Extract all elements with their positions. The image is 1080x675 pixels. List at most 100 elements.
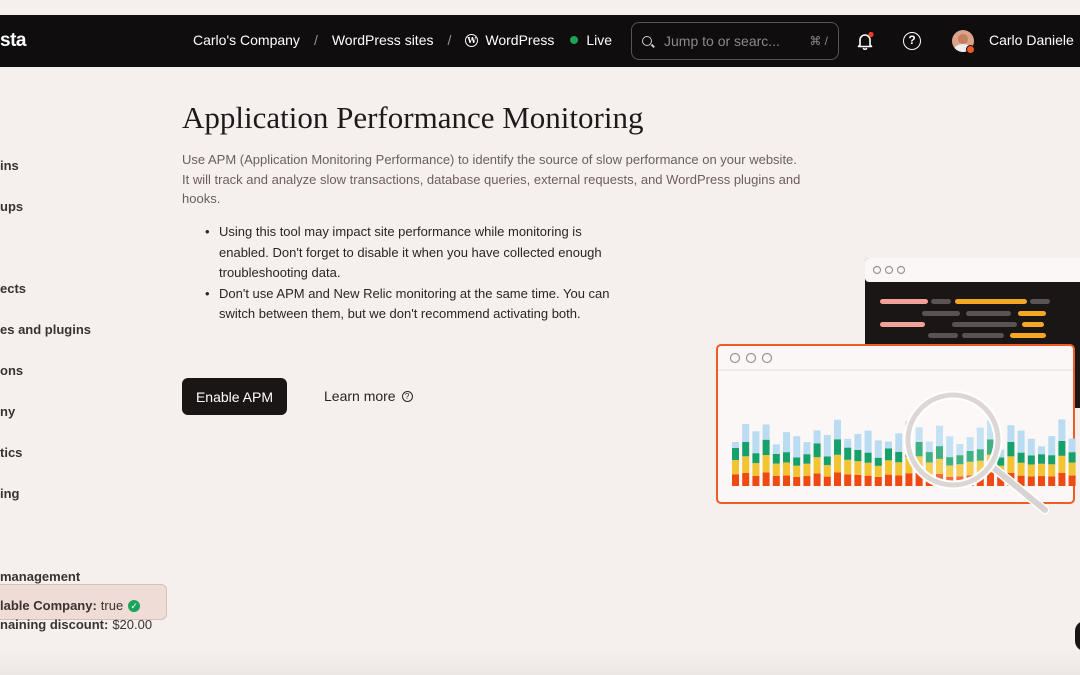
illustration-bar bbox=[1068, 475, 1076, 486]
sidebar-item-analytics[interactable]: tics bbox=[0, 445, 22, 460]
illustration-bar bbox=[793, 436, 801, 458]
enable-apm-button[interactable]: Enable APM bbox=[182, 378, 287, 415]
illustration-bar bbox=[813, 473, 821, 486]
illustration-bar bbox=[752, 463, 760, 476]
sidebar-item-redirects[interactable]: ects bbox=[0, 281, 26, 296]
page-description: Use APM (Application Monitoring Performa… bbox=[182, 152, 801, 206]
illustration-bar bbox=[1048, 436, 1056, 456]
sidebar-item-plugins[interactable]: ins bbox=[0, 158, 19, 173]
breadcrumb-site[interactable]: WordPress bbox=[485, 32, 554, 48]
illustration-bar bbox=[1017, 430, 1025, 453]
illustration-bar bbox=[885, 460, 892, 475]
affiliate-company-row: lable Company: true ✓ bbox=[0, 598, 141, 613]
page-title: Application Performance Monitoring bbox=[182, 100, 644, 135]
illustration-bar bbox=[844, 438, 852, 448]
bell-icon[interactable] bbox=[856, 32, 874, 50]
illustration-bar bbox=[1017, 452, 1025, 463]
illustration-bar bbox=[762, 439, 770, 456]
illustration-bar bbox=[813, 443, 821, 458]
illustration-bar bbox=[752, 453, 760, 464]
illustration-bar bbox=[885, 441, 892, 449]
sidebar: ins ups ects es and plugins ons ny tics … bbox=[0, 67, 175, 675]
illustration-bar bbox=[1007, 456, 1015, 473]
breadcrumb-separator: / bbox=[447, 32, 452, 48]
illustration-bar bbox=[793, 457, 801, 466]
sidebar-item-backups[interactable]: ups bbox=[0, 199, 23, 214]
breadcrumb-company[interactable]: Carlo's Company bbox=[193, 32, 300, 48]
illustration-bar bbox=[772, 444, 780, 454]
illustration-bar bbox=[742, 456, 750, 473]
learn-more-link[interactable]: Learn more ? bbox=[324, 388, 413, 404]
apm-illustration bbox=[716, 258, 1080, 515]
illustration-bar bbox=[844, 447, 852, 460]
list-item: Using this tool may impact site performa… bbox=[205, 222, 615, 284]
illustration-bar bbox=[783, 452, 790, 463]
chat-button[interactable] bbox=[1075, 621, 1080, 651]
illustration-bar bbox=[874, 465, 882, 477]
question-circle-icon: ? bbox=[401, 390, 413, 402]
illustration-bar bbox=[1068, 462, 1076, 476]
illustration-bar bbox=[834, 419, 841, 440]
affiliate-company-label: lable Company: bbox=[0, 598, 97, 613]
illustration-bar bbox=[854, 449, 862, 462]
illustration-bar bbox=[803, 442, 811, 455]
user-name[interactable]: Carlo Daniele bbox=[989, 32, 1074, 48]
illustration-bar bbox=[864, 430, 872, 453]
illustration-bar bbox=[762, 472, 770, 486]
search-shortcut: ⌘ / bbox=[809, 34, 828, 48]
illustration-bar bbox=[762, 424, 770, 440]
illustration-bar bbox=[813, 430, 821, 444]
illustration-bar bbox=[752, 475, 760, 486]
remaining-discount-value: $20.00 bbox=[112, 617, 153, 632]
help-icon[interactable]: ? bbox=[903, 32, 921, 50]
sidebar-item-management[interactable]: management bbox=[0, 569, 80, 584]
illustration-bar bbox=[1058, 440, 1066, 456]
list-item: Don't use APM and New Relic monitoring a… bbox=[205, 284, 615, 325]
breadcrumb: Carlo's Company / WordPress sites / W Wo… bbox=[193, 32, 612, 48]
remaining-discount-row: naining discount: $20.00 bbox=[0, 617, 152, 632]
avatar-badge bbox=[966, 45, 975, 54]
illustration-bar bbox=[854, 433, 862, 450]
illustration-bar bbox=[823, 465, 831, 477]
logo[interactable]: sta bbox=[0, 30, 26, 52]
illustration-bar bbox=[1068, 438, 1076, 453]
illustration-bar bbox=[1038, 454, 1045, 464]
illustration-bar bbox=[783, 432, 790, 453]
illustration-bar bbox=[813, 457, 821, 474]
sidebar-item-ons[interactable]: ons bbox=[0, 363, 23, 378]
illustration-bar bbox=[1058, 455, 1066, 473]
illustration-bar bbox=[793, 476, 801, 486]
illustration-bar bbox=[742, 472, 750, 486]
bottom-shade bbox=[0, 650, 1080, 675]
illustration-bar bbox=[864, 462, 872, 476]
illustration-bar bbox=[783, 462, 790, 476]
breadcrumb-separator: / bbox=[313, 32, 318, 48]
illustration-bar bbox=[1048, 455, 1056, 465]
illustration-bar bbox=[1027, 438, 1035, 456]
illustration-bar bbox=[803, 476, 811, 486]
wordpress-icon: W bbox=[465, 33, 479, 47]
illustration-bar bbox=[732, 448, 739, 460]
illustration-bar bbox=[1017, 462, 1025, 476]
learn-more-label: Learn more bbox=[324, 388, 396, 404]
illustration-bar bbox=[1048, 476, 1056, 486]
sidebar-item-ny[interactable]: ny bbox=[0, 404, 15, 419]
illustration-bar bbox=[874, 457, 882, 466]
illustration-bar bbox=[864, 475, 872, 486]
illustration-bar bbox=[742, 423, 750, 442]
illustration-bar bbox=[844, 474, 852, 486]
affiliate-company-value: true bbox=[100, 598, 124, 613]
illustration-bar bbox=[844, 459, 852, 475]
illustration-bar bbox=[1027, 455, 1035, 465]
search-input[interactable]: Jump to or searc... bbox=[664, 33, 780, 49]
illustration-bar bbox=[885, 448, 892, 461]
illustration-bar bbox=[864, 452, 872, 463]
sidebar-item-themes-plugins[interactable]: es and plugins bbox=[0, 322, 91, 337]
illustration-bar bbox=[823, 476, 831, 486]
sidebar-item-ing[interactable]: ing bbox=[0, 486, 20, 501]
illustration-bar bbox=[1027, 476, 1035, 486]
search-box[interactable]: Jump to or searc... ⌘ / bbox=[631, 22, 839, 60]
breadcrumb-wordpress-sites[interactable]: WordPress sites bbox=[332, 32, 434, 48]
illustration-bar bbox=[823, 456, 831, 466]
illustration-bar bbox=[803, 454, 811, 464]
